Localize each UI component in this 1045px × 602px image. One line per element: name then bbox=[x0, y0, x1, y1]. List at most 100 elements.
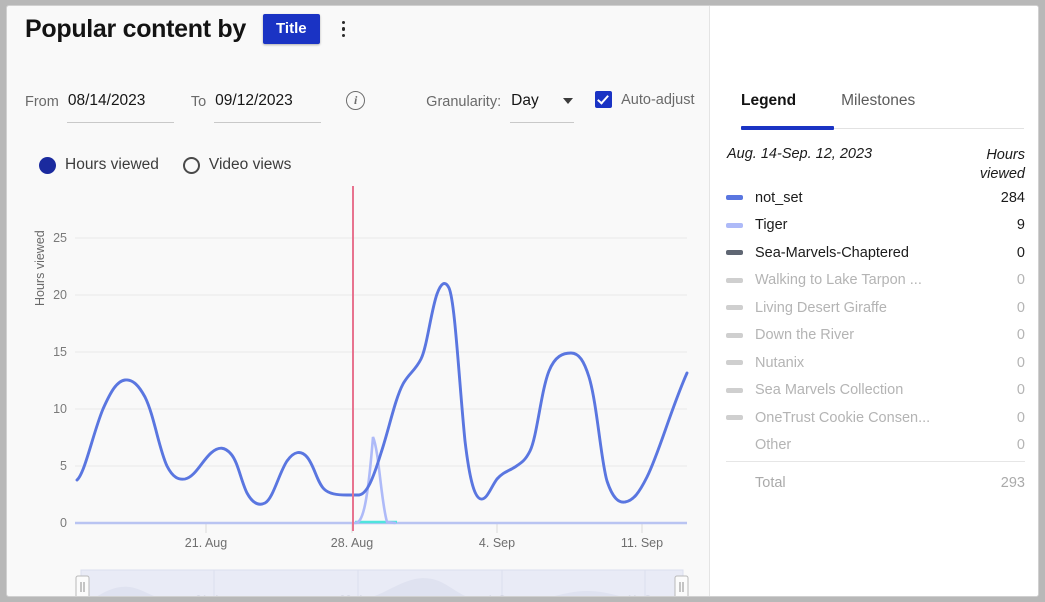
legend-row[interactable]: Living Desert Giraffe 0 bbox=[726, 294, 1025, 322]
granularity-group: Granularity: Day bbox=[426, 90, 574, 123]
legend-header: Aug. 14-Sep. 12, 2023 Hours viewed bbox=[726, 146, 1025, 183]
legend-row-label: not_set bbox=[755, 190, 803, 206]
legend-color-swatch bbox=[726, 415, 743, 420]
legend-rows: not_set284Tiger9Sea-Marvels-Chaptered0Wa… bbox=[726, 184, 1025, 459]
legend-color-swatch bbox=[726, 333, 743, 338]
legend-divider bbox=[726, 461, 1025, 462]
svg-text:28. Aug: 28. Aug bbox=[339, 594, 376, 597]
metric-option-video-views[interactable]: Video views bbox=[183, 156, 291, 174]
legend-total-value: 293 bbox=[991, 475, 1025, 491]
granularity-label: Granularity: bbox=[426, 90, 501, 110]
legend-row[interactable]: Walking to Lake Tarpon ... 0 bbox=[726, 267, 1025, 295]
legend-color-swatch bbox=[726, 388, 743, 393]
svg-text:15: 15 bbox=[53, 345, 67, 359]
chevron-down-icon bbox=[563, 98, 573, 104]
legend-row[interactable]: Sea-Marvels-Chaptered 0 bbox=[726, 239, 1025, 267]
legend-row-value: 0 bbox=[1007, 437, 1025, 453]
legend-row-value: 9 bbox=[1007, 217, 1025, 233]
legend-row[interactable]: Nutanix 0 bbox=[726, 349, 1025, 377]
gridlines bbox=[75, 238, 687, 466]
x-axis-ticks: 21. Aug 28. Aug 4. Sep 11. Sep bbox=[185, 536, 663, 550]
dimension-chip-title[interactable]: Title bbox=[263, 14, 320, 44]
svg-text:11. Sep: 11. Sep bbox=[626, 594, 663, 597]
legend-row[interactable]: Tiger 9 bbox=[726, 212, 1025, 240]
legend-row-label: Nutanix bbox=[755, 355, 804, 371]
legend-row-value: 0 bbox=[1007, 300, 1025, 316]
legend-color-swatch bbox=[726, 360, 743, 365]
radio-unselected-icon bbox=[183, 157, 200, 174]
to-label: To bbox=[191, 90, 206, 110]
legend-row[interactable]: OneTrust Cookie Consen... 0 bbox=[726, 404, 1025, 432]
svg-text:28. Aug: 28. Aug bbox=[331, 536, 373, 550]
from-date-input[interactable]: 08/14/2023 bbox=[67, 90, 174, 123]
legend-row-value: 0 bbox=[1007, 245, 1025, 261]
tab-legend[interactable]: Legend bbox=[741, 92, 796, 120]
legend-row-value: 0 bbox=[1007, 410, 1025, 426]
svg-text:4. Sep: 4. Sep bbox=[486, 594, 518, 597]
filter-bar: From 08/14/2023 To 09/12/2023 i Granular… bbox=[25, 90, 694, 123]
metric-option-hours-viewed[interactable]: Hours viewed bbox=[39, 156, 159, 174]
legend-metric-column-header: Hours viewed bbox=[980, 146, 1025, 183]
x-axis-ticks-marks bbox=[206, 523, 642, 533]
tab-active-underline bbox=[741, 126, 834, 130]
legend-row-label: Sea Marvels Collection bbox=[755, 382, 903, 398]
legend-row[interactable]: Other 0 bbox=[726, 432, 1025, 460]
series-line-not-set bbox=[77, 283, 687, 504]
legend-row-label: Sea-Marvels-Chaptered bbox=[755, 245, 909, 261]
svg-text:4. Sep: 4. Sep bbox=[479, 536, 515, 550]
legend-row[interactable]: Down the River 0 bbox=[726, 322, 1025, 350]
scrubber-handle-right[interactable] bbox=[675, 576, 688, 597]
granularity-value: Day bbox=[511, 92, 539, 110]
legend-row-value: 0 bbox=[1007, 382, 1025, 398]
minimap-svg: 21. Aug 28. Aug 4. Sep 11. Sep bbox=[75, 569, 689, 597]
line-chart[interactable]: 25 20 15 10 5 0 21. Aug 28. Aug 4. Sep 1… bbox=[7, 181, 707, 561]
auto-adjust-checkbox[interactable]: Auto-adjust bbox=[595, 90, 694, 108]
tab-milestones[interactable]: Milestones bbox=[841, 92, 915, 120]
svg-text:5: 5 bbox=[60, 459, 67, 473]
page-title: Popular content by bbox=[25, 15, 246, 44]
svg-text:20: 20 bbox=[53, 288, 67, 302]
legend-color-swatch bbox=[726, 278, 743, 283]
kebab-menu-icon[interactable] bbox=[337, 17, 351, 42]
metric-selector: Hours viewed Video views bbox=[39, 156, 291, 174]
legend-metric-line2: viewed bbox=[980, 165, 1025, 184]
legend-row-label: Other bbox=[755, 437, 791, 453]
legend-row-value: 0 bbox=[1007, 327, 1025, 343]
metric-label-video-views: Video views bbox=[209, 156, 291, 174]
legend-row-label: Walking to Lake Tarpon ... bbox=[755, 272, 922, 288]
legend-row-value: 0 bbox=[1007, 355, 1025, 371]
chart-svg: 25 20 15 10 5 0 21. Aug 28. Aug 4. Sep 1… bbox=[7, 181, 707, 561]
svg-text:21. Aug: 21. Aug bbox=[195, 594, 232, 597]
legend-color-swatch bbox=[726, 443, 743, 448]
svg-text:11. Sep: 11. Sep bbox=[621, 536, 663, 550]
panel-tabs: Legend Milestones bbox=[741, 92, 915, 120]
legend-date-range: Aug. 14-Sep. 12, 2023 bbox=[726, 146, 872, 162]
legend-row-label: Tiger bbox=[755, 217, 788, 233]
from-label: From bbox=[25, 90, 59, 110]
svg-text:0: 0 bbox=[60, 516, 67, 530]
scrubber-handle-left[interactable] bbox=[76, 576, 89, 597]
legend-row-label: Living Desert Giraffe bbox=[755, 300, 887, 316]
info-icon[interactable]: i bbox=[346, 91, 365, 110]
legend-row-value: 0 bbox=[1007, 272, 1025, 288]
svg-text:10: 10 bbox=[53, 402, 67, 416]
header: Popular content by Title bbox=[25, 14, 350, 44]
range-scrubber[interactable]: 21. Aug 28. Aug 4. Sep 11. Sep bbox=[75, 569, 689, 597]
legend-row-label: OneTrust Cookie Consen... bbox=[755, 410, 930, 426]
legend-row-value: 284 bbox=[991, 190, 1025, 206]
total-swatch-spacer bbox=[726, 481, 743, 486]
legend-color-swatch bbox=[726, 305, 743, 310]
legend-row[interactable]: not_set 284 bbox=[726, 184, 1025, 212]
legend-color-swatch bbox=[726, 195, 743, 200]
to-date-input[interactable]: 09/12/2023 bbox=[214, 90, 321, 123]
analytics-card: Popular content by Title From 08/14/2023… bbox=[6, 5, 1039, 597]
legend-row-label: Down the River bbox=[755, 327, 854, 343]
legend-panel: Legend Milestones Aug. 14-Sep. 12, 2023 … bbox=[709, 6, 1039, 597]
legend-color-swatch bbox=[726, 250, 743, 255]
radio-selected-icon bbox=[39, 157, 56, 174]
legend-row[interactable]: Sea Marvels Collection 0 bbox=[726, 377, 1025, 405]
granularity-select[interactable]: Day bbox=[510, 90, 574, 123]
legend-total-row: Total 293 bbox=[726, 470, 1025, 496]
legend-total-label: Total bbox=[755, 475, 786, 491]
legend-color-swatch bbox=[726, 223, 743, 228]
